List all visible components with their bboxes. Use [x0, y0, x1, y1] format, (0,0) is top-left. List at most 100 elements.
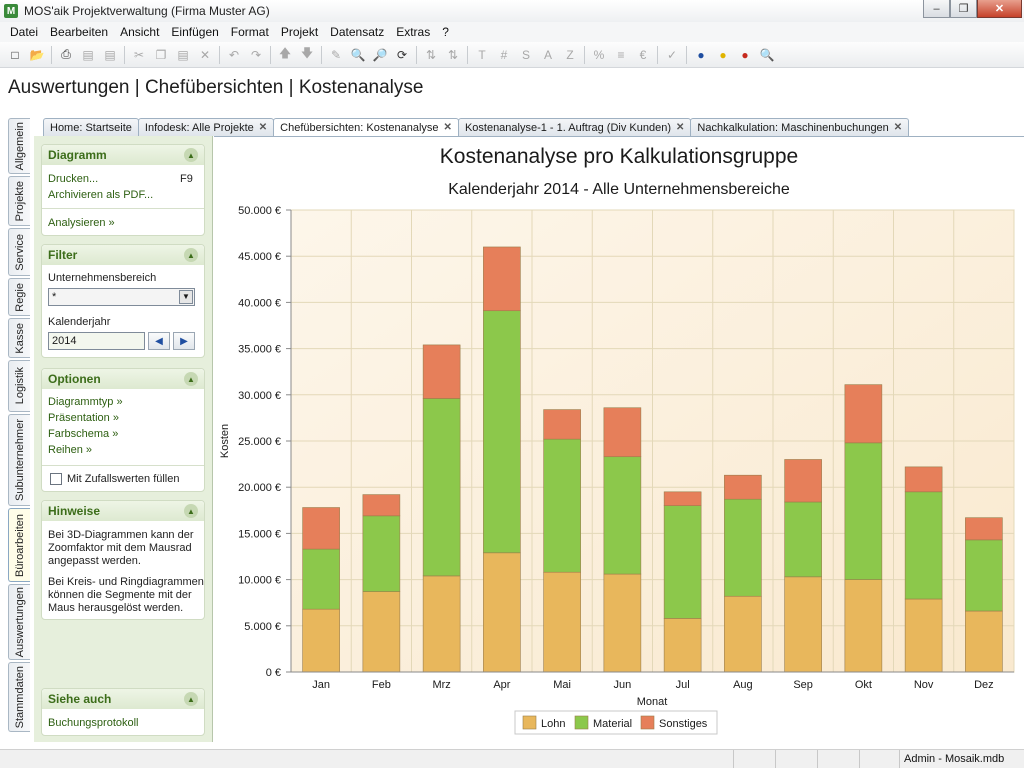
side-tab-kasse[interactable]: Kasse: [8, 318, 30, 358]
close-tab-icon[interactable]: ✕: [259, 122, 267, 133]
collapse-icon[interactable]: ▲: [184, 248, 198, 262]
sort-ascending-icon[interactable]: ⇅: [420, 44, 442, 66]
search-icon[interactable]: 🔍: [347, 44, 369, 66]
archive-pdf-link[interactable]: Archivieren als PDF...: [48, 189, 153, 201]
status-cell: [0, 750, 734, 768]
collapse-icon[interactable]: ▲: [184, 504, 198, 518]
menu-ansicht[interactable]: Ansicht: [114, 25, 165, 39]
menu-datei[interactable]: Datei: [4, 25, 44, 39]
arrow-up-icon[interactable]: 🡅: [274, 44, 296, 66]
collapse-icon[interactable]: ▲: [184, 372, 198, 386]
random-values-checkbox[interactable]: [50, 473, 62, 485]
menu-format[interactable]: Format: [225, 25, 275, 39]
color-scheme-link[interactable]: Farbschema »: [48, 428, 118, 440]
numbering-icon[interactable]: ≡: [610, 44, 632, 66]
copy-format-icon[interactable]: ▤: [99, 44, 121, 66]
percent-icon[interactable]: %: [588, 44, 610, 66]
previous-year-button[interactable]: ◀: [148, 332, 170, 350]
refresh-icon[interactable]: ⟳: [391, 44, 413, 66]
side-tab-bueroarbeiten[interactable]: Büroarbeiten: [8, 508, 30, 582]
print-preview-icon[interactable]: ▤: [77, 44, 99, 66]
tab-label: Chefübersichten: Kostenanalyse: [280, 121, 439, 134]
text-format-icon[interactable]: T: [471, 44, 493, 66]
menu-extras[interactable]: Extras: [390, 25, 436, 39]
print-link[interactable]: Drucken...: [48, 173, 98, 185]
side-tab-logistik[interactable]: Logistik: [8, 360, 30, 412]
close-tab-icon[interactable]: ✕: [444, 122, 452, 133]
side-tab-stammdaten[interactable]: Stammdaten: [8, 662, 30, 732]
side-tab-regie[interactable]: Regie: [8, 278, 30, 316]
close-tab-icon[interactable]: ✕: [676, 122, 684, 133]
panel-header[interactable]: Filter ▲: [42, 245, 204, 265]
side-tab-allgemein[interactable]: Allgemein: [8, 118, 30, 174]
tab-infodesk[interactable]: Infodesk: Alle Projekte ✕: [137, 118, 275, 136]
menu-datensatz[interactable]: Datensatz: [324, 25, 390, 39]
paste-icon[interactable]: ▤: [172, 44, 194, 66]
panel-header[interactable]: Siehe auch ▲: [42, 689, 204, 709]
x-tick-label: Nov: [914, 679, 934, 691]
symbol-s-icon[interactable]: S: [515, 44, 537, 66]
random-values-label[interactable]: Mit Zufallswerten füllen: [67, 473, 180, 485]
print-icon[interactable]: ⎙: [55, 44, 77, 66]
booking-log-link[interactable]: Buchungsprotokoll: [48, 717, 139, 729]
toolbar-separator: [124, 45, 125, 64]
chevron-down-icon[interactable]: ▼: [179, 290, 193, 304]
number-format-icon[interactable]: #: [493, 44, 515, 66]
redo-icon[interactable]: ↷: [245, 44, 267, 66]
copy-icon[interactable]: ❐: [150, 44, 172, 66]
minimize-button[interactable]: –: [923, 0, 950, 18]
collapse-icon[interactable]: ▲: [184, 148, 198, 162]
next-year-button[interactable]: ▶: [173, 332, 195, 350]
undo-icon[interactable]: ↶: [223, 44, 245, 66]
year-field[interactable]: 2014: [48, 332, 145, 350]
x-tick-label: Dez: [974, 679, 994, 691]
panel-header[interactable]: Optionen ▲: [42, 369, 204, 389]
side-tab-auswertungen[interactable]: Auswertungen: [8, 584, 30, 660]
delete-icon[interactable]: ✕: [194, 44, 216, 66]
symbol-z-icon[interactable]: Z: [559, 44, 581, 66]
analyze-link[interactable]: Analysieren »: [48, 217, 115, 229]
close-tab-icon[interactable]: ✕: [894, 122, 902, 133]
menu-help[interactable]: ?: [436, 25, 455, 39]
tab-startseite[interactable]: Home: Startseite: [43, 118, 139, 136]
unit-select[interactable]: * ▼: [48, 288, 195, 306]
open-folder-icon[interactable]: 📂: [26, 44, 48, 66]
side-tab-subunternehmer[interactable]: Subunternehmer: [8, 414, 30, 506]
currency-icon[interactable]: €: [632, 44, 654, 66]
bar-segment-sonstiges: [603, 407, 642, 458]
find-replace-icon[interactable]: 🔎: [369, 44, 391, 66]
print-shortcut: F9: [180, 173, 193, 185]
arrow-down-icon[interactable]: 🡇: [296, 44, 318, 66]
series-link[interactable]: Reihen »: [48, 444, 92, 456]
toolbar-separator: [321, 45, 322, 64]
menu-projekt[interactable]: Projekt: [275, 25, 324, 39]
check-icon[interactable]: ✓: [661, 44, 683, 66]
new-document-icon[interactable]: □: [4, 44, 26, 66]
tab-kostenanalyse[interactable]: Chefübersichten: Kostenanalyse ✕: [273, 118, 459, 136]
cut-icon[interactable]: ✂: [128, 44, 150, 66]
symbol-a-icon[interactable]: A: [537, 44, 559, 66]
menu-einfuegen[interactable]: Einfügen: [165, 25, 224, 39]
user-red-icon[interactable]: ●: [734, 44, 756, 66]
user-search-icon[interactable]: 🔍: [756, 44, 778, 66]
tab-nachkalkulation[interactable]: Nachkalkulation: Maschinenbuchungen ✕: [690, 118, 910, 136]
maximize-button[interactable]: ❐: [950, 0, 977, 18]
presentation-link[interactable]: Präsentation »: [48, 412, 119, 424]
bar-segment-material: [724, 498, 762, 597]
edit-pen-icon[interactable]: ✎: [325, 44, 347, 66]
chart-type-link[interactable]: Diagrammtyp »: [48, 396, 123, 408]
tab-kostenanalyse-auftrag[interactable]: Kostenanalyse-1 - 1. Auftrag (Div Kunden…: [457, 118, 692, 136]
bar-segment-material: [904, 491, 943, 600]
panel-header[interactable]: Diagramm ▲: [42, 145, 204, 165]
side-tab-service[interactable]: Service: [8, 228, 30, 276]
legend-label: Material: [593, 718, 632, 730]
panel-header[interactable]: Hinweise ▲: [42, 501, 204, 521]
side-tab-projekte[interactable]: Projekte: [8, 176, 30, 226]
menu-bearbeiten[interactable]: Bearbeiten: [44, 25, 114, 39]
user-blue-icon[interactable]: ●: [690, 44, 712, 66]
close-button[interactable]: ✕: [977, 0, 1022, 18]
collapse-icon[interactable]: ▲: [184, 692, 198, 706]
legend-swatch-material: [574, 715, 589, 730]
user-yellow-icon[interactable]: ●: [712, 44, 734, 66]
sort-descending-icon[interactable]: ⇅: [442, 44, 464, 66]
